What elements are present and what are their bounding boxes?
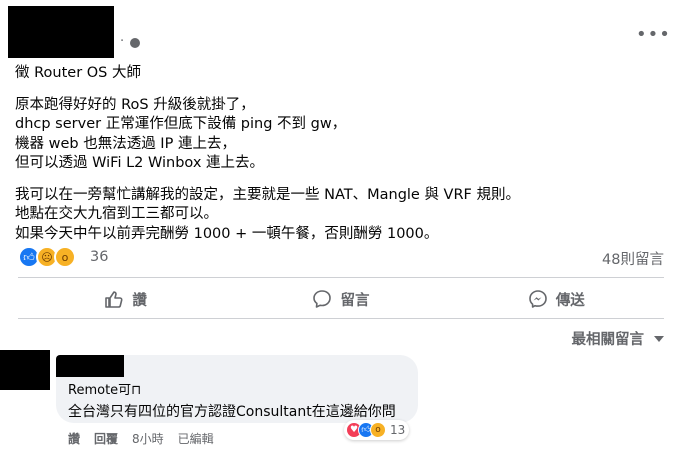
divider [18, 318, 664, 319]
post-card: · ••• 徵 Router OS 大師 原本跑得好好的 RoS 升級後就掛了，… [0, 0, 682, 452]
reaction-summary[interactable]: 👍︎ ☹ o 36 [18, 246, 108, 268]
privacy-separator: · [120, 34, 125, 49]
post-line: 地點在交大九宿到工三都可以。 [15, 206, 218, 222]
post-line: 如果今天中午以前弄完酬勞 1000 + 一頓午餐，否則酬勞 1000。 [15, 225, 439, 242]
reaction-count: 36 [90, 249, 109, 265]
wow-icon: o [54, 246, 76, 268]
wow-icon: o [370, 422, 386, 438]
post-line: 但可以透過 WiFi L2 Winbox 連上去。 [15, 155, 265, 171]
comment-sort-dropdown[interactable]: 最相關留言 [571, 328, 664, 349]
thumbs-up-icon [105, 291, 123, 308]
comment-button-label: 留言 [340, 292, 370, 309]
comment-edited-label: 已編輯 [177, 432, 214, 446]
globe-icon[interactable] [130, 38, 140, 48]
comment-count-link[interactable]: 48則留言 [602, 248, 664, 269]
post-line: 我可以在一旁幫忙講解我的設定，主要就是一些 NAT、Mangle 與 VRF 規… [15, 186, 521, 203]
comment-time[interactable]: 8小時 [132, 430, 164, 447]
more-options-icon[interactable]: ••• [636, 24, 671, 45]
comment-sort-label: 最相關留言 [571, 332, 645, 348]
redacted-commenter-avatar[interactable] [0, 350, 50, 390]
post-line: 機器 web 也無法透過 IP 連上去， [15, 135, 236, 152]
chevron-down-icon [654, 335, 664, 342]
redacted-author-block [8, 6, 114, 58]
comment-like-link[interactable]: 讚 [68, 430, 80, 447]
comment-bubble: Remote可⊓ 全台灣只有四位的官方認證Consultant在這邊給你問 [56, 355, 418, 423]
comment-reaction-count: 13 [390, 423, 406, 437]
comment-reaction-summary[interactable]: ♥ 👍︎ o 13 [344, 420, 410, 440]
comment-button[interactable]: 留言 [233, 283, 448, 315]
comment-meta: 讚 回覆 8小時 已編輯 [68, 430, 214, 447]
action-bar: 讚 留言 傳送 [18, 283, 664, 315]
post-body: 徵 Router OS 大師 原本跑得好好的 RoS 升級後就掛了， dhcp … [15, 64, 655, 244]
comment-reply-link[interactable]: 回覆 [94, 430, 118, 447]
comment-text: 全台灣只有四位的官方認證Consultant在這邊給你問 [68, 404, 396, 420]
redacted-commenter-name [56, 355, 124, 377]
post-line: 徵 Router OS 大師 [15, 65, 141, 81]
comment-author[interactable]: Remote可⊓ [68, 379, 141, 398]
like-button-label: 讚 [132, 292, 147, 309]
send-button[interactable]: 傳送 [449, 283, 664, 315]
like-button[interactable]: 讚 [18, 283, 233, 315]
divider [18, 277, 664, 278]
messenger-icon [529, 290, 547, 308]
send-button-label: 傳送 [555, 292, 585, 309]
post-line: 原本跑得好好的 RoS 升級後就掛了， [15, 96, 255, 113]
post-line: dhcp server 正常運作但底下設備 ping 不到 gw， [15, 116, 347, 132]
comment-bubble-icon [313, 290, 332, 308]
